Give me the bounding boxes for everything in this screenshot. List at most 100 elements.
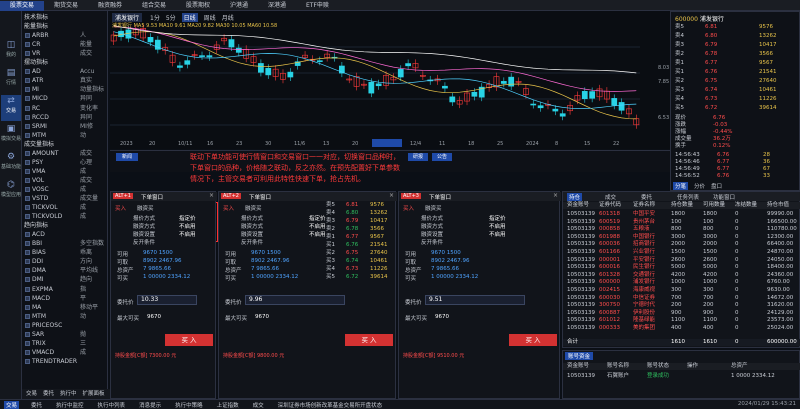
pos-col-header[interactable]: 证券代码 bbox=[599, 202, 621, 209]
indicator-item[interactable]: SRMI MI修 bbox=[22, 122, 107, 131]
status-item[interactable]: 深圳证券市场创新改革基金交易所开盘状态 bbox=[276, 401, 385, 409]
buy-button[interactable]: 买 入 bbox=[165, 334, 213, 346]
mini-book-row[interactable]: 买5 6.72 39614 bbox=[326, 274, 396, 281]
mini-book-row[interactable]: 买2 6.75 27640 bbox=[326, 250, 396, 257]
order-mode[interactable]: 融资买 bbox=[245, 204, 262, 212]
quote-book-row[interactable]: 卖3 6.79 10417 bbox=[673, 42, 799, 49]
indicator-item[interactable]: BBI 多空指数 bbox=[22, 239, 107, 248]
close-icon[interactable]: × bbox=[389, 192, 394, 199]
table-row[interactable]: 10503139 601166 兴业银行 1500 1500 0 24870.00 bbox=[563, 249, 800, 256]
period-5m[interactable]: 5分 bbox=[166, 13, 176, 22]
indicator-item[interactable]: RCCD 异同 bbox=[22, 113, 107, 122]
status-item[interactable]: 交易 bbox=[4, 401, 20, 409]
tab-orderbook[interactable]: 盘口 bbox=[711, 182, 722, 190]
indicator-item[interactable]: AMOUNT 成交 bbox=[22, 149, 107, 158]
tab-etf[interactable]: ETF申赎 bbox=[296, 1, 339, 11]
tab-margin[interactable]: 融资融券 bbox=[88, 1, 132, 11]
indicator-item[interactable]: PSY 心理 bbox=[22, 158, 107, 167]
quote-book-row[interactable]: 卖5 6.81 9576 bbox=[673, 24, 799, 31]
period-week[interactable]: 周线 bbox=[204, 13, 216, 22]
buy-button[interactable]: 买 入 bbox=[345, 334, 393, 346]
indicator-item[interactable]: VMA 成 bbox=[22, 167, 107, 176]
status-item[interactable]: 委托 bbox=[29, 401, 44, 409]
indicator-group[interactable]: 能量指标 bbox=[22, 22, 107, 31]
tab-stock-trade[interactable]: 股票交易 bbox=[0, 1, 45, 11]
order-mode[interactable]: 融资买 bbox=[425, 204, 442, 212]
table-row[interactable]: 10503139 002415 海康威视 300 300 0 9630.00 bbox=[563, 287, 800, 294]
pos-col-header[interactable]: 冻结数量 bbox=[735, 202, 757, 209]
mini-book-row[interactable]: 卖3 6.79 10417 bbox=[326, 218, 396, 225]
order-field-value[interactable]: 不启用 bbox=[309, 222, 326, 230]
indicator-item[interactable]: VOL 成交 bbox=[22, 176, 107, 185]
table-row[interactable]: 10503139 000333 美的集团 400 400 0 25024.00 bbox=[563, 325, 800, 332]
fund-row[interactable]: 10503139 石翼账户 登录成功 1 0000 2334.12 bbox=[563, 373, 800, 380]
table-row[interactable]: 10503139 600000 浦发银行 1000 1000 0 6760.00 bbox=[563, 279, 800, 286]
table-row[interactable]: 10503139 600519 贵州茅台 100 100 0 166500.00 bbox=[563, 219, 800, 226]
btab-running[interactable]: 执行中 bbox=[60, 389, 77, 399]
indicator-item[interactable]: MA 移动平 bbox=[22, 303, 107, 312]
period-day[interactable]: 日线 bbox=[181, 13, 198, 22]
order-field-value[interactable]: 不启用 bbox=[179, 230, 196, 238]
indicator-item[interactable]: ACD bbox=[22, 230, 107, 239]
table-row[interactable]: 10503139 300750 宁德时代 200 200 0 31620.00 bbox=[563, 302, 800, 309]
indicator-item[interactable]: DMI 趋向 bbox=[22, 275, 107, 284]
indicator-item[interactable]: ATR 真实 bbox=[22, 76, 107, 85]
pos-tab[interactable]: 持仓 bbox=[567, 193, 583, 201]
status-item[interactable]: 成交 bbox=[251, 401, 266, 409]
pos-col-header[interactable]: 可用数量 bbox=[703, 202, 725, 209]
table-row[interactable]: 10503139 000858 五粮液 800 800 0 110780.00 bbox=[563, 226, 800, 233]
pos-col-header[interactable]: 证券名称 bbox=[633, 202, 655, 209]
order-field-value[interactable]: 指定价 bbox=[489, 214, 506, 222]
quote-book-row[interactable]: 买2 6.75 27640 bbox=[673, 78, 799, 85]
tab-options[interactable]: 股票期权 bbox=[176, 1, 220, 11]
order-field-value[interactable]: 不启用 bbox=[179, 222, 196, 230]
order-field-value[interactable]: 不启用 bbox=[489, 222, 506, 230]
status-item[interactable]: 执行中列表 bbox=[96, 401, 128, 409]
fund-col-header[interactable]: 账号名称 bbox=[607, 363, 629, 370]
fund-tab[interactable]: 账号资金 bbox=[565, 352, 594, 360]
fund-col-header[interactable]: 总资产 bbox=[731, 363, 748, 370]
price-input[interactable]: 9.51 bbox=[425, 295, 525, 305]
mini-book-row[interactable]: 卖5 6.81 9576 bbox=[326, 202, 396, 209]
indicator-group[interactable]: 成交量指标 bbox=[22, 140, 107, 149]
table-row[interactable]: 10503139 600036 招商银行 2000 2000 0 66400.00 bbox=[563, 241, 800, 248]
indicator-item[interactable]: RC 变化率 bbox=[22, 104, 107, 113]
table-row[interactable]: 10503139 600030 中信证券 700 700 0 14672.00 bbox=[563, 295, 800, 302]
indicator-item[interactable]: DMA 平均线 bbox=[22, 266, 107, 275]
mini-book-row[interactable]: 买1 6.76 21541 bbox=[326, 242, 396, 249]
order-type[interactable]: 买入 bbox=[403, 204, 414, 212]
pos-tab[interactable]: 任务列表 bbox=[675, 193, 701, 201]
indicator-item[interactable]: BIAS 乖离 bbox=[22, 248, 107, 257]
tab-sz-hk[interactable]: 深港通 bbox=[258, 1, 296, 11]
indicator-item[interactable]: VSTD 成交量 bbox=[22, 194, 107, 203]
tab-price-dist[interactable]: 分价 bbox=[694, 182, 705, 190]
mini-book-row[interactable]: 卖2 6.78 3566 bbox=[326, 226, 396, 233]
indicator-item[interactable]: ARBR 人 bbox=[22, 31, 107, 40]
tab-sh-hk[interactable]: 沪港通 bbox=[220, 1, 258, 11]
quote-book-row[interactable]: 卖2 6.78 3566 bbox=[673, 51, 799, 58]
table-row[interactable]: 10503139 601328 交通银行 4200 4200 0 24360.00 bbox=[563, 272, 800, 279]
order-field-value[interactable]: 指定价 bbox=[309, 214, 326, 222]
mini-book-row[interactable]: 卖1 6.77 9567 bbox=[326, 234, 396, 241]
nav-sim[interactable]: ▣ 模拟交易 bbox=[1, 123, 21, 149]
pos-col-header[interactable]: 持仓数量 bbox=[671, 202, 693, 209]
status-item[interactable]: 消息提示 bbox=[137, 401, 163, 409]
table-row[interactable]: 10503139 600016 民生银行 5000 5000 0 18400.00 bbox=[563, 264, 800, 271]
indicator-item[interactable]: TRIX 三 bbox=[22, 339, 107, 348]
table-row[interactable]: 10503139 601988 中国银行 3000 3000 0 12300.00 bbox=[563, 234, 800, 241]
price-input[interactable]: 10.33 bbox=[137, 295, 197, 305]
pos-tab[interactable]: 委托 bbox=[639, 193, 654, 201]
order-field-value[interactable]: 指定价 bbox=[179, 214, 196, 222]
indicator-item[interactable]: MTM 动 bbox=[22, 131, 107, 140]
indicator-item[interactable]: TRENDTRADER bbox=[22, 357, 107, 366]
indicator-item[interactable]: MICD 异同 bbox=[22, 94, 107, 103]
quote-book-row[interactable]: 买1 6.76 21541 bbox=[673, 69, 799, 76]
tab-ticks[interactable]: 分笔 bbox=[673, 182, 689, 190]
pos-tab[interactable]: 成交 bbox=[603, 193, 618, 201]
nav-market[interactable]: ▤ 行情 bbox=[1, 67, 21, 93]
nav-mine[interactable]: ◫ 我的 bbox=[1, 39, 21, 65]
quote-book-row[interactable]: 买3 6.74 10461 bbox=[673, 87, 799, 94]
mini-book-row[interactable]: 买3 6.74 10461 bbox=[326, 258, 396, 265]
nav-trade[interactable]: ⇄ 交易 bbox=[1, 95, 21, 121]
indicator-item[interactable]: SAR 抛 bbox=[22, 330, 107, 339]
